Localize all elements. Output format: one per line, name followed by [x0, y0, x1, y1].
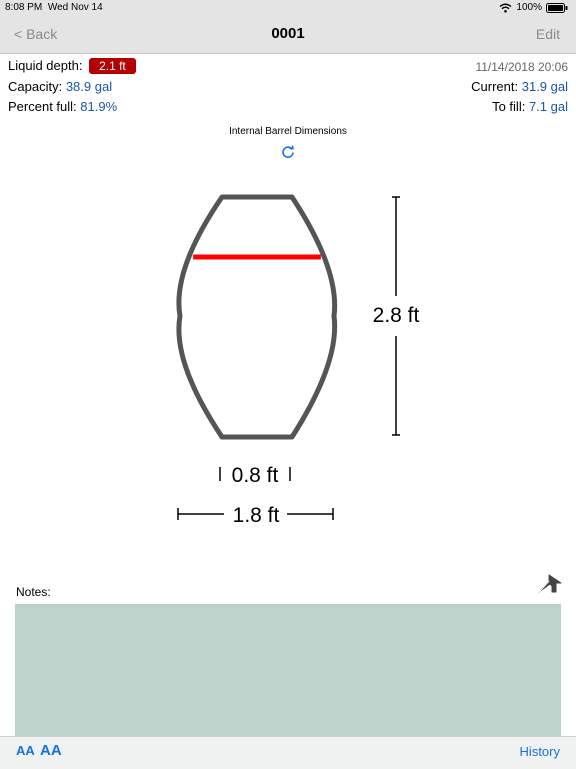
notes-textarea[interactable]: [15, 604, 561, 736]
history-button[interactable]: History: [520, 744, 560, 759]
barrel-outline: [176, 194, 338, 440]
font-smaller-button[interactable]: AA: [16, 743, 35, 758]
head-diameter-label: 0.8 ft: [232, 464, 279, 487]
barrel-diagram: 2.8 ft 0.8 ft 1.8 ft: [176, 194, 420, 527]
share-arrow-icon[interactable]: [537, 570, 563, 596]
bottom-toolbar: AA AA History: [0, 736, 576, 769]
bilge-diameter-label: 1.8 ft: [233, 504, 280, 527]
height-label: 2.8 ft: [373, 304, 420, 327]
font-larger-button[interactable]: AA: [40, 742, 62, 759]
notes-label: Notes:: [16, 585, 51, 599]
